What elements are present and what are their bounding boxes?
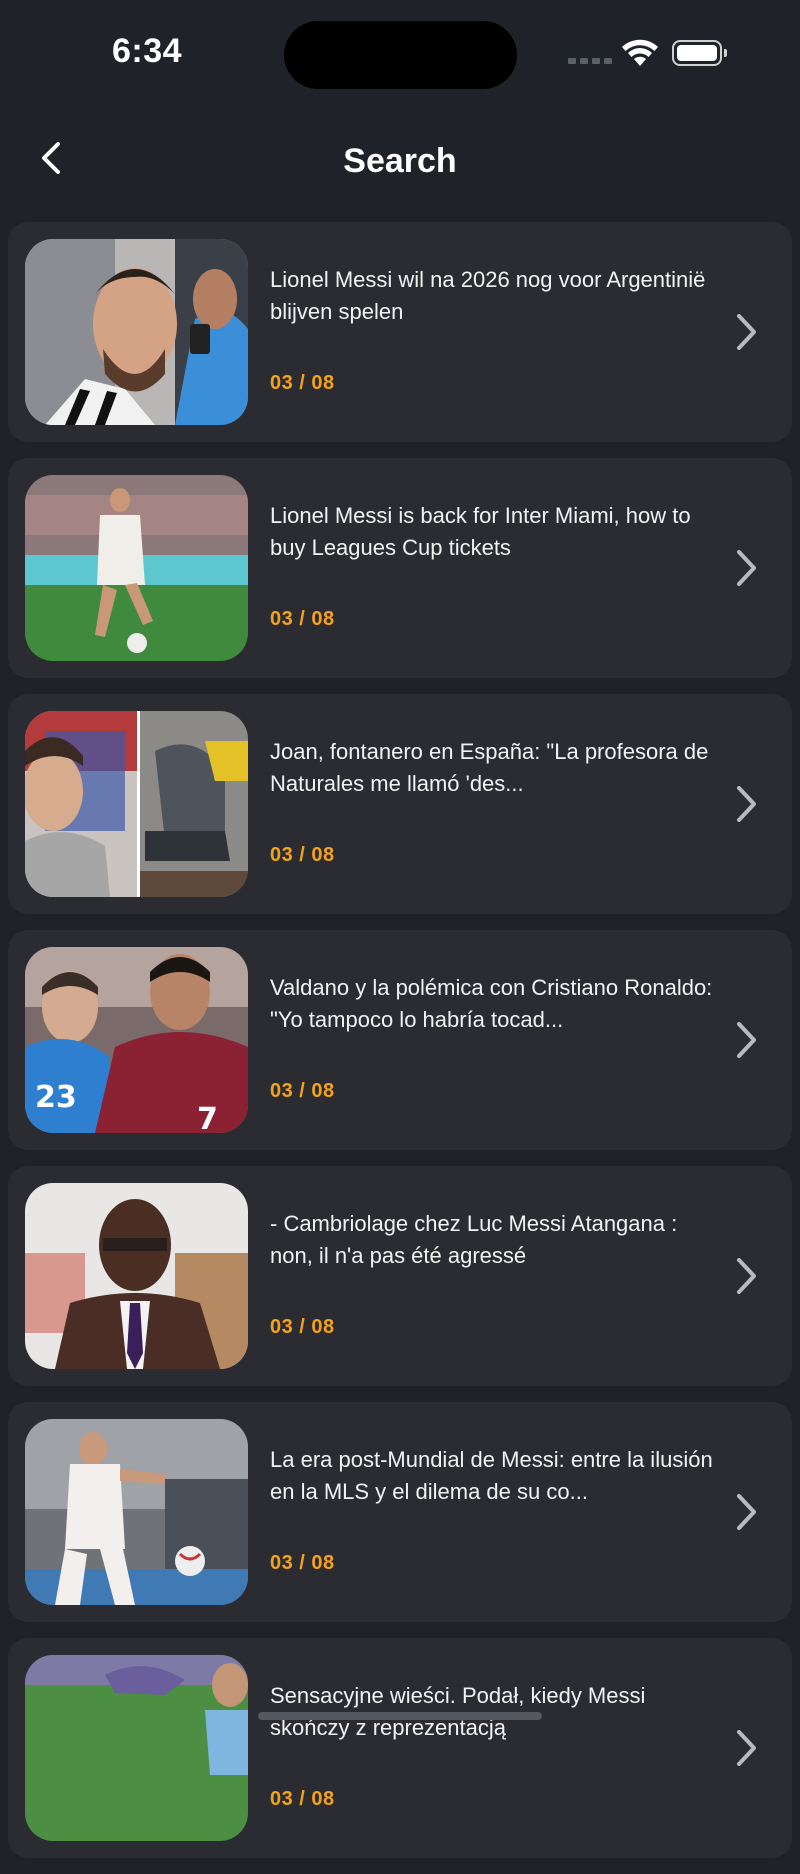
chevron-right-icon (737, 786, 756, 822)
article-date: 03 / 08 (270, 1552, 335, 1574)
navigation-bar: Search (0, 124, 800, 204)
article-title: Joan, fontanero en España: "La profesora… (270, 739, 709, 796)
chevron-right-icon (737, 1022, 756, 1058)
article-thumbnail (25, 475, 248, 661)
battery-icon (672, 40, 727, 66)
chevron-right-icon (737, 1730, 756, 1766)
page-title: Search (343, 142, 457, 180)
cellular-signal-icon (568, 58, 612, 64)
chevron-right-icon (737, 550, 756, 586)
chevron-right-icon (737, 314, 756, 350)
wifi-icon (622, 39, 658, 66)
article-thumbnail (25, 1183, 248, 1369)
article-date: 03 / 08 (270, 372, 335, 394)
search-results-list: Lionel Messi wil na 2026 nog voor Argent… (8, 222, 792, 1874)
article-title: Lionel Messi wil na 2026 nog voor Argent… (270, 267, 706, 324)
article-thumbnail (25, 1419, 248, 1605)
article-card[interactable]: - Cambriolage chez Luc Messi Atangana : … (8, 1166, 792, 1386)
article-card[interactable]: Sensacyjne wieści. Podał, kiedy Messi sk… (8, 1638, 792, 1858)
article-thumbnail (25, 239, 248, 425)
dynamic-island (284, 21, 517, 89)
svg-text:23: 23 (35, 1080, 77, 1115)
article-thumbnail (25, 711, 248, 897)
home-indicator (258, 1712, 542, 1720)
article-card[interactable]: Joan, fontanero en España: "La profesora… (8, 694, 792, 914)
svg-text:7: 7 (197, 1102, 218, 1133)
article-card[interactable]: 23 7 Valdano y la polémica con Cristiano… (8, 930, 792, 1150)
article-card[interactable]: La era post-Mundial de Messi: entre la i… (8, 1402, 792, 1622)
status-time: 6:34 (112, 32, 183, 70)
article-thumbnail: 23 7 (25, 947, 248, 1133)
chevron-right-icon (737, 1258, 756, 1294)
article-card[interactable]: Lionel Messi wil na 2026 nog voor Argent… (8, 222, 792, 442)
article-date: 03 / 08 (270, 1316, 335, 1338)
status-bar: 6:34 (0, 0, 800, 100)
article-date: 03 / 08 (270, 608, 335, 630)
article-thumbnail (25, 1655, 248, 1841)
article-card[interactable]: Lionel Messi is back for Inter Miami, ho… (8, 458, 792, 678)
article-title: Lionel Messi is back for Inter Miami, ho… (270, 503, 691, 560)
chevron-right-icon (737, 1494, 756, 1530)
article-title: - Cambriolage chez Luc Messi Atangana : … (270, 1211, 678, 1268)
article-title: Valdano y la polémica con Cristiano Rona… (270, 975, 713, 1032)
article-date: 03 / 08 (270, 1788, 335, 1810)
article-date: 03 / 08 (270, 844, 335, 866)
article-title: La era post-Mundial de Messi: entre la i… (270, 1447, 713, 1504)
article-date: 03 / 08 (270, 1080, 335, 1102)
